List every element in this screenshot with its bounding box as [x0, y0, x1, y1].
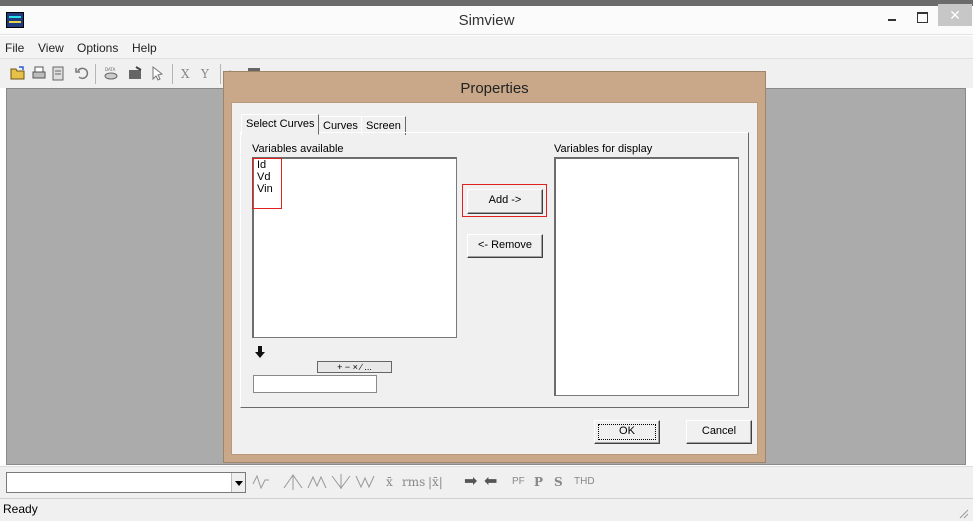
pointer-icon[interactable]: [150, 65, 166, 81]
valley-icon[interactable]: [330, 472, 352, 492]
variable-combo[interactable]: [6, 472, 246, 493]
arrow-left-icon[interactable]: ⬅: [484, 472, 497, 492]
menu-bar: File View Options Help: [0, 36, 973, 58]
maximize-button[interactable]: [908, 6, 938, 30]
valley-icon[interactable]: [354, 472, 376, 492]
pf-button[interactable]: PF: [512, 472, 525, 492]
toolbar-separator: [172, 64, 173, 84]
p-button[interactable]: P: [534, 472, 543, 492]
highlight-box: [252, 158, 282, 209]
svg-text:X: X: [181, 67, 190, 81]
arrow-right-icon[interactable]: ➡: [464, 472, 477, 492]
arrow-down-icon[interactable]: [255, 346, 265, 358]
menu-help[interactable]: Help: [132, 41, 157, 55]
print-icon[interactable]: [31, 65, 47, 81]
dialog-title: Properties: [460, 80, 529, 97]
clipboard-icon[interactable]: [50, 65, 66, 81]
undo-icon[interactable]: [74, 65, 90, 81]
svg-text:Y: Y: [200, 67, 210, 81]
abs-average-button[interactable]: |x̄|: [428, 472, 443, 492]
chart-icon[interactable]: [127, 65, 143, 81]
x-axis-icon[interactable]: X: [180, 65, 196, 81]
waveform-icon[interactable]: [251, 472, 271, 492]
close-button[interactable]: ✕: [938, 4, 972, 26]
menu-options[interactable]: Options: [77, 41, 118, 55]
add-button[interactable]: Add ->: [467, 189, 543, 214]
toolbar-separator: [220, 64, 221, 84]
rms-button[interactable]: rms: [402, 472, 425, 492]
menu-file[interactable]: File: [5, 41, 24, 55]
tab-select-curves[interactable]: Select Curves: [241, 114, 320, 135]
ok-button[interactable]: OK: [594, 420, 660, 444]
variables-available-list[interactable]: [252, 157, 457, 338]
status-bar: [0, 498, 973, 521]
status-text: Ready: [3, 502, 38, 516]
s-button[interactable]: S: [554, 472, 563, 492]
y-axis-icon[interactable]: Y: [200, 65, 216, 81]
focus-rect: [598, 424, 656, 440]
display-label: Variables for display: [554, 143, 653, 155]
minimize-button[interactable]: [878, 6, 908, 30]
average-button[interactable]: x̄: [386, 472, 393, 492]
menu-view[interactable]: View: [38, 41, 64, 55]
svg-text:DATA: DATA: [105, 67, 116, 72]
open-folder-icon[interactable]: [10, 65, 26, 81]
remove-button[interactable]: <- Remove: [467, 234, 543, 258]
available-label: Variables available: [252, 143, 344, 155]
thd-button[interactable]: THD: [574, 472, 595, 492]
window-title: Simview: [458, 12, 515, 29]
toolbar-separator: [95, 64, 96, 84]
variables-display-list[interactable]: [554, 157, 739, 396]
resize-grip-icon[interactable]: [955, 505, 969, 519]
operators-button[interactable]: + − × ∕ ...: [317, 361, 392, 373]
data-icon[interactable]: DATA: [103, 65, 119, 81]
peak-icon[interactable]: [306, 472, 328, 492]
expression-input[interactable]: [253, 375, 377, 393]
cancel-button[interactable]: Cancel: [686, 420, 752, 444]
chevron-down-icon[interactable]: [231, 473, 245, 492]
peak-icon[interactable]: [282, 472, 304, 492]
